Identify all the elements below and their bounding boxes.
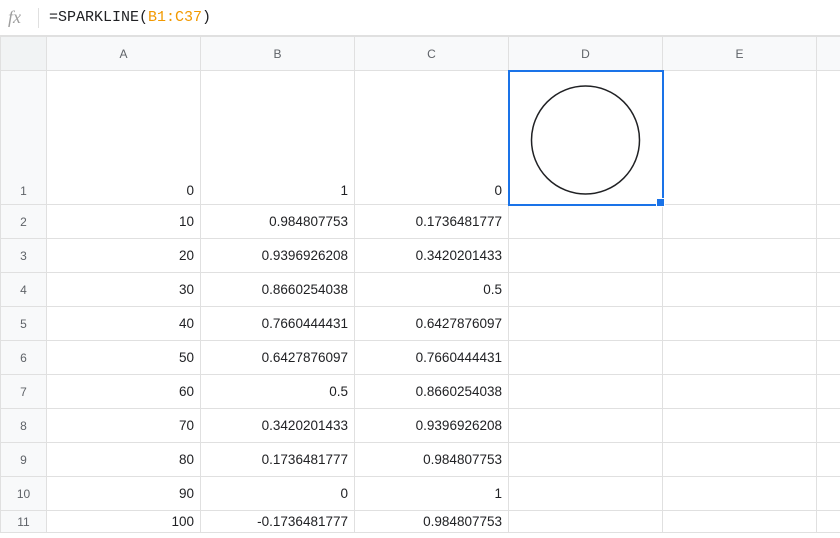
cell-b1[interactable]: 1 — [201, 71, 355, 205]
select-all-corner[interactable] — [1, 37, 47, 71]
cell-d2[interactable] — [509, 205, 663, 239]
cell-f2[interactable] — [817, 205, 840, 239]
cell-a3[interactable]: 20 — [47, 239, 201, 273]
cell-c4[interactable]: 0.5 — [355, 273, 509, 307]
cell-a11[interactable]: 100 — [47, 511, 201, 533]
formula-range: B1:C37 — [148, 9, 202, 26]
cell-c11[interactable]: 0.984807753 — [355, 511, 509, 533]
row-header-1[interactable]: 1 — [1, 71, 47, 205]
cell-c8[interactable]: 0.9396926208 — [355, 409, 509, 443]
cell-f8[interactable] — [817, 409, 840, 443]
cell-b5[interactable]: 0.7660444431 — [201, 307, 355, 341]
cell-c6[interactable]: 0.7660444431 — [355, 341, 509, 375]
cell-a8[interactable]: 70 — [47, 409, 201, 443]
cell-e6[interactable] — [663, 341, 817, 375]
fx-divider — [38, 8, 39, 28]
cell-d10[interactable] — [509, 477, 663, 511]
cell-b9[interactable]: 0.1736481777 — [201, 443, 355, 477]
row-header-9[interactable]: 9 — [1, 443, 47, 477]
cell-a6[interactable]: 50 — [47, 341, 201, 375]
cell-e8[interactable] — [663, 409, 817, 443]
cell-f4[interactable] — [817, 273, 840, 307]
cell-d5[interactable] — [509, 307, 663, 341]
cell-b3[interactable]: 0.9396926208 — [201, 239, 355, 273]
cell-f5[interactable] — [817, 307, 840, 341]
row-header-5[interactable]: 5 — [1, 307, 47, 341]
cell-b2[interactable]: 0.984807753 — [201, 205, 355, 239]
col-header-b[interactable]: B — [201, 37, 355, 71]
col-header-blank[interactable] — [817, 37, 840, 71]
row-header-6[interactable]: 6 — [1, 341, 47, 375]
cell-e9[interactable] — [663, 443, 817, 477]
cell-d6[interactable] — [509, 341, 663, 375]
cell-e7[interactable] — [663, 375, 817, 409]
cell-c7[interactable]: 0.8660254038 — [355, 375, 509, 409]
cell-b7[interactable]: 0.5 — [201, 375, 355, 409]
cell-b8[interactable]: 0.3420201433 — [201, 409, 355, 443]
col-header-c[interactable]: C — [355, 37, 509, 71]
cell-c5[interactable]: 0.6427876097 — [355, 307, 509, 341]
cell-a7[interactable]: 60 — [47, 375, 201, 409]
cell-d3[interactable] — [509, 239, 663, 273]
cell-c10[interactable]: 1 — [355, 477, 509, 511]
formula-bar: fx =SPARKLINE(B1:C37) — [0, 0, 840, 36]
cell-c2[interactable]: 0.1736481777 — [355, 205, 509, 239]
formula-input[interactable]: =SPARKLINE(B1:C37) — [49, 9, 832, 26]
cell-b10[interactable]: 0 — [201, 477, 355, 511]
cell-a9[interactable]: 80 — [47, 443, 201, 477]
col-header-a[interactable]: A — [47, 37, 201, 71]
cell-e2[interactable] — [663, 205, 817, 239]
cell-a1[interactable]: 0 — [47, 71, 201, 205]
cell-d1-active[interactable] — [509, 71, 663, 205]
formula-fn-open: SPARKLINE( — [58, 9, 148, 26]
cell-c1[interactable]: 0 — [355, 71, 509, 205]
row-header-8[interactable]: 8 — [1, 409, 47, 443]
cell-f1[interactable] — [817, 71, 840, 205]
cell-f10[interactable] — [817, 477, 840, 511]
formula-fn-close: ) — [202, 9, 211, 26]
cell-d7[interactable] — [509, 375, 663, 409]
cell-e10[interactable] — [663, 477, 817, 511]
cell-b11[interactable]: -0.1736481777 — [201, 511, 355, 533]
cell-e1[interactable] — [663, 71, 817, 205]
col-header-e[interactable]: E — [663, 37, 817, 71]
cell-e4[interactable] — [663, 273, 817, 307]
row-header-10[interactable]: 10 — [1, 477, 47, 511]
fx-icon: fx — [8, 7, 36, 28]
cell-c9[interactable]: 0.984807753 — [355, 443, 509, 477]
cell-e11[interactable] — [663, 511, 817, 533]
cell-d11[interactable] — [509, 511, 663, 533]
cell-f7[interactable] — [817, 375, 840, 409]
cell-b6[interactable]: 0.6427876097 — [201, 341, 355, 375]
cell-a10[interactable]: 90 — [47, 477, 201, 511]
cell-a5[interactable]: 40 — [47, 307, 201, 341]
cell-d9[interactable] — [509, 443, 663, 477]
cell-f3[interactable] — [817, 239, 840, 273]
row-header-7[interactable]: 7 — [1, 375, 47, 409]
cell-f6[interactable] — [817, 341, 840, 375]
row-header-2[interactable]: 2 — [1, 205, 47, 239]
cell-a4[interactable]: 30 — [47, 273, 201, 307]
cell-e3[interactable] — [663, 239, 817, 273]
col-header-d[interactable]: D — [509, 37, 663, 71]
sparkline-circle-icon — [513, 80, 658, 200]
row-header-4[interactable]: 4 — [1, 273, 47, 307]
row-header-3[interactable]: 3 — [1, 239, 47, 273]
row-header-11[interactable]: 11 — [1, 511, 47, 533]
cell-f9[interactable] — [817, 443, 840, 477]
cell-f11[interactable] — [817, 511, 840, 533]
cell-c3[interactable]: 0.3420201433 — [355, 239, 509, 273]
cell-a2[interactable]: 10 — [47, 205, 201, 239]
spreadsheet-grid: A B C D E 1 0 1 0 2 10 0.984807753 0.1 — [0, 36, 840, 533]
cell-d8[interactable] — [509, 409, 663, 443]
cell-e5[interactable] — [663, 307, 817, 341]
cell-b4[interactable]: 0.8660254038 — [201, 273, 355, 307]
cell-d4[interactable] — [509, 273, 663, 307]
formula-equals: = — [49, 9, 58, 26]
